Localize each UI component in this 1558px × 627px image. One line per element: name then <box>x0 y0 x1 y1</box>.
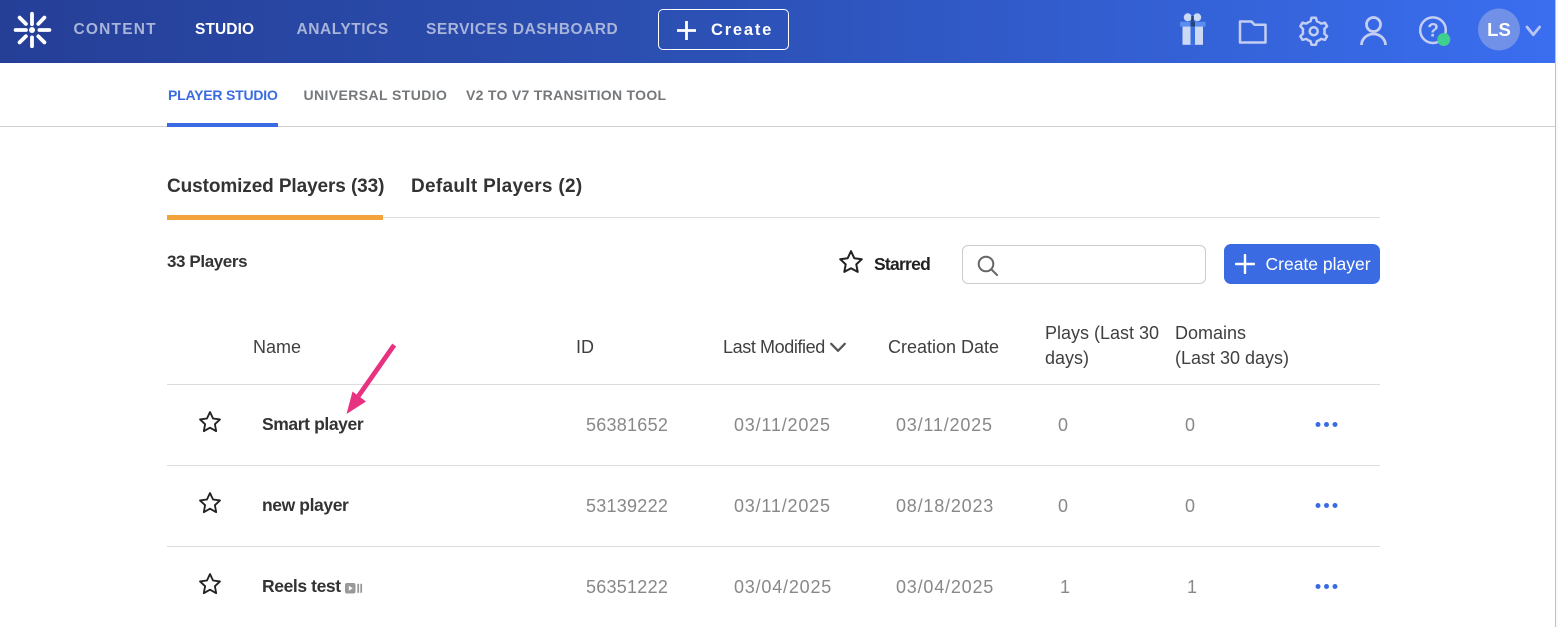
svg-text:?: ? <box>1427 21 1439 42</box>
svg-text:LS: LS <box>1487 19 1511 40</box>
